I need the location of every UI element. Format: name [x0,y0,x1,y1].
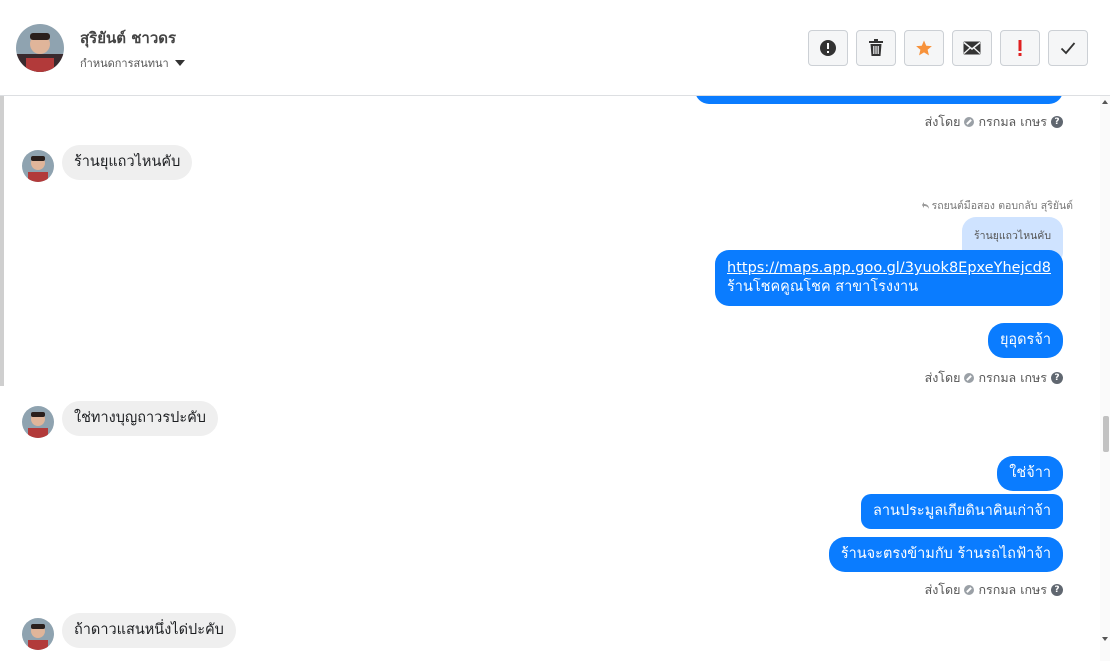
envelope-icon [963,41,981,55]
reply-note-text: รถยนต์มือสอง ตอบกลับ สุริยันต์ [931,200,1073,212]
sender-status-icon [964,585,975,595]
sender-name: กรกมล เกษร [978,370,1047,385]
sent-by-label: ส่งโดย กรกมล เกษร ? [925,580,1063,600]
trash-icon [869,39,883,56]
message-bubble-outgoing[interactable]: ลานประมูลเกียดินาคินเก่าจ้า [861,494,1063,529]
sent-by-text: ส่งโดย [924,582,961,597]
contact-avatar[interactable] [16,24,64,72]
help-icon[interactable]: ? [1051,116,1063,128]
sent-by-text: ส่งโดย [924,370,961,385]
help-icon[interactable]: ? [1051,584,1063,596]
sender-name: กรกมล เกษร [978,114,1047,129]
conversation-header: สุริยันต์ ชาวดร กำหนดการสนทนา [0,0,1110,96]
message-bubble-outgoing-link[interactable]: https://maps.app.goo.gl/3yuok8EpxeYhejcd… [715,250,1063,306]
contact-avatar-small [22,150,54,182]
alert-circle-icon [820,40,836,56]
reply-note: รถยนต์มือสอง ตอบกลับ สุริยันต์ [921,197,1073,214]
sender-status-icon [964,373,975,383]
exclamation-icon [1018,40,1022,56]
sender-status-icon [964,117,975,127]
contact-name[interactable]: สุริยันต์ ชาวดร [80,26,176,50]
contact-avatar-small [22,618,54,650]
sender-name: กรกมล เกษร [978,582,1047,597]
star-icon [916,40,932,56]
sent-by-text: ส่งโดย [924,114,961,129]
header-action-toolbar [808,30,1088,66]
message-bubble-incoming[interactable]: ถ้าดาวแสนหนึ่งได่ปะคับ [62,613,236,648]
reply-arrow-icon [921,201,929,209]
scroll-down-arrow-icon[interactable] [1102,637,1108,641]
thread-scrollbar[interactable] [1100,96,1110,661]
delete-button[interactable] [856,30,896,66]
help-icon[interactable]: ? [1051,372,1063,384]
check-icon [1060,42,1076,55]
map-link[interactable]: https://maps.app.goo.gl/3yuok8EpxeYhejcd… [727,259,1051,278]
conversation-settings-dropdown[interactable]: กำหนดการสนทนา [80,54,185,72]
contact-avatar-small [22,406,54,438]
report-spam-button[interactable] [808,30,848,66]
mark-unread-button[interactable] [952,30,992,66]
chevron-down-icon [174,60,185,66]
message-bubble-outgoing[interactable]: ร้านจะตรงข้ามกับ ร้านรถไถฟ้าจ้า [828,537,1063,572]
message-bubble-outgoing[interactable]: ยุอุดรจ้า [987,323,1063,358]
message-thread: ส่งโดย กรกมล เกษร ? ร้านยุแถวไหนคับ รถยน… [0,96,1100,661]
message-bubble-incoming[interactable]: ใช่ทางบุญถาวรปะคับ [62,401,219,436]
important-button[interactable] [1000,30,1040,66]
message-bubble-outgoing[interactable]: ใช่จ้าา [997,456,1063,491]
message-bubble-outgoing[interactable] [695,96,1063,104]
sent-by-label: ส่งโดย กรกมล เกษร ? [925,368,1063,388]
scroll-up-arrow-icon[interactable] [1102,100,1108,104]
link-caption: ร้านโชคคูณโชค สาขาโรงงาน [727,279,919,295]
conversation-settings-label: กำหนดการสนทนา [80,57,169,70]
message-bubble-incoming[interactable]: ร้านยุแถวไหนคับ [62,145,193,180]
sent-by-label: ส่งโดย กรกมล เกษร ? [925,112,1063,132]
star-button[interactable] [904,30,944,66]
mark-done-button[interactable] [1048,30,1088,66]
scrollbar-thumb[interactable] [1103,416,1109,452]
